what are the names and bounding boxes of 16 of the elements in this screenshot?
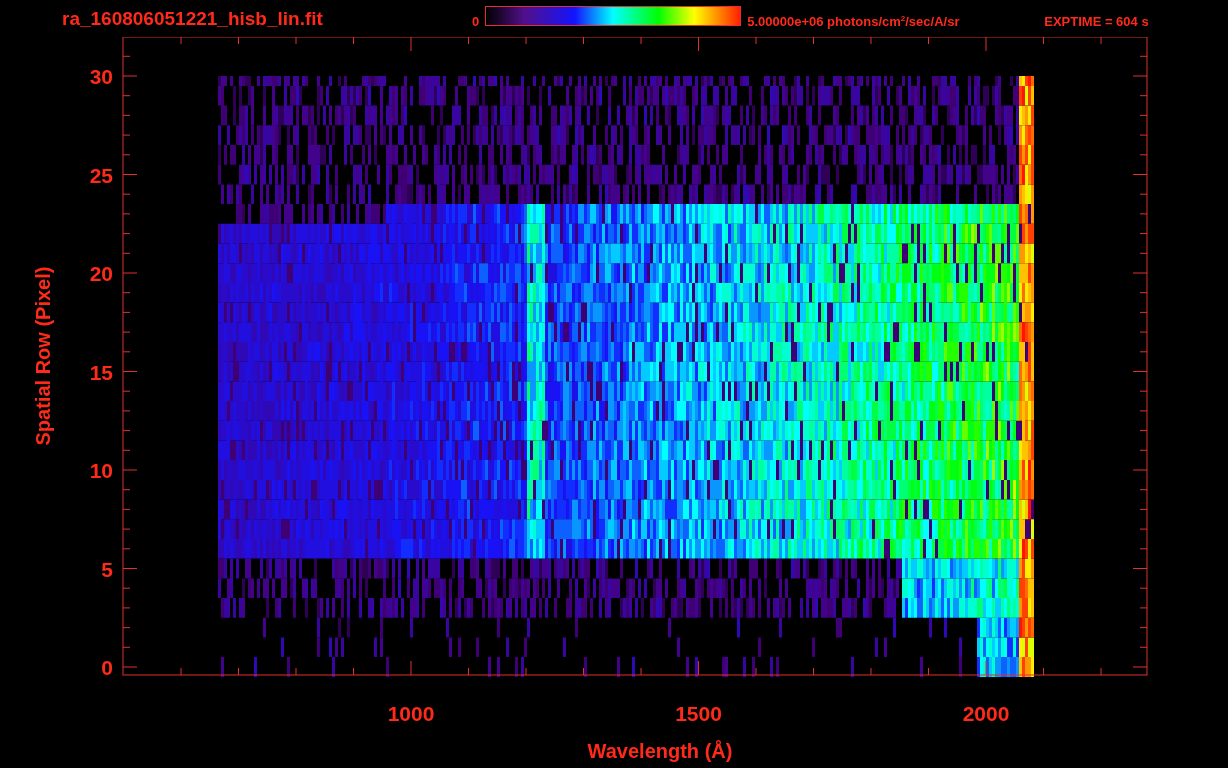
y-tick-label: 10 bbox=[89, 459, 113, 482]
y-tick-label: 15 bbox=[89, 360, 113, 384]
y-tick-label: 20 bbox=[89, 262, 113, 285]
file-name: ra_160806051221_hisb_lin.fit bbox=[62, 7, 324, 30]
colorbar-min-label: 0 bbox=[472, 14, 480, 29]
y-tick-label: 0 bbox=[101, 656, 113, 679]
x-tick-label: 1500 bbox=[675, 702, 722, 725]
x-tick-label: 2000 bbox=[962, 702, 1010, 725]
y-axis-label: Spatial Row (Pixel) bbox=[32, 266, 54, 446]
x-axis-label: Wavelength (Å) bbox=[587, 740, 733, 762]
x-tick-label: 1000 bbox=[387, 702, 435, 725]
y-tick-label: 25 bbox=[89, 163, 113, 187]
y-tick-label: 30 bbox=[89, 65, 113, 88]
colorbar-max-label: 5.00000e+06 photons/cm$^{2}$/sec/A/sr bbox=[747, 13, 961, 30]
exposure-time: EXPTIME = 604 s bbox=[1044, 14, 1149, 29]
y-tick-label: 5 bbox=[101, 557, 113, 581]
